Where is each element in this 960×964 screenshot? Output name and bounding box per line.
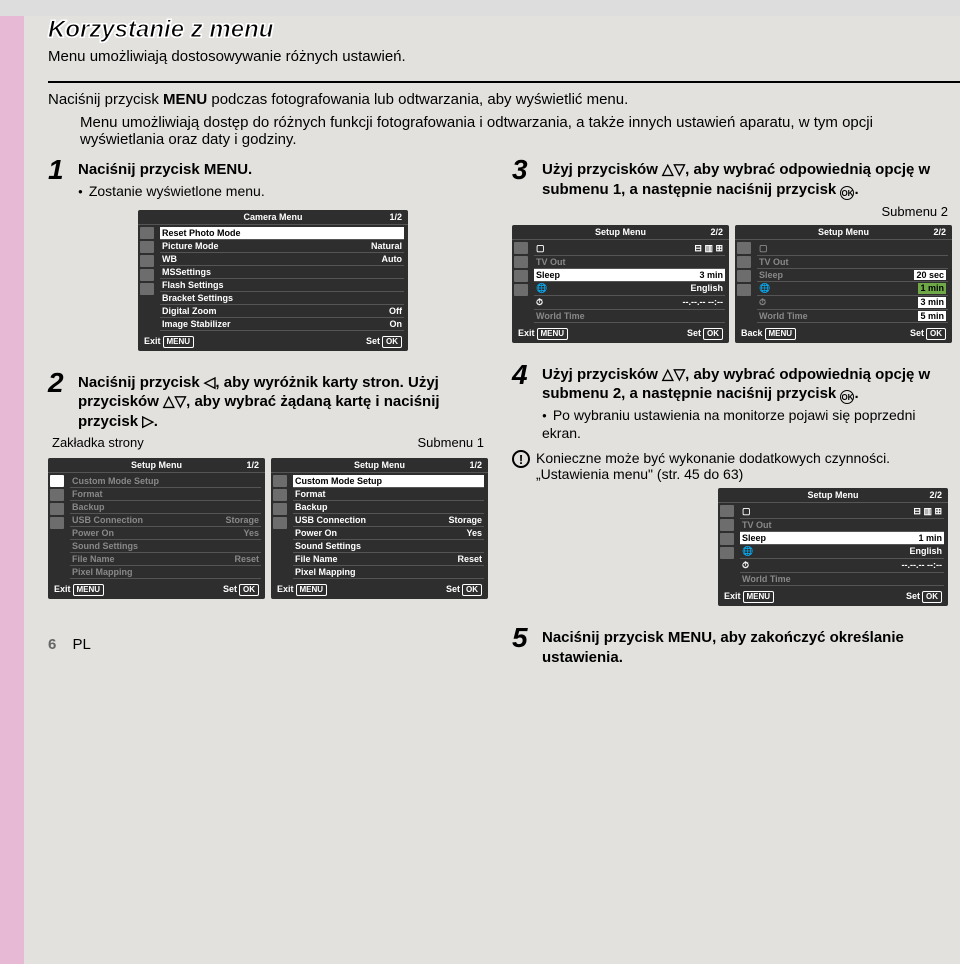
intro-text: Naciśnij przycisk MENU podczas fotografo… (48, 91, 628, 108)
step3-num: 3 (512, 156, 534, 200)
lcd-camera-menu: Camera Menu1/2 Reset Photo Mode Picture … (138, 210, 408, 351)
page-subtitle: Menu umożliwiają dostosowywanie różnych … (48, 48, 960, 65)
lcd-row: Reset Photo Mode (162, 228, 241, 238)
step1-bullet: Zostanie wyświetlone menu. (78, 182, 265, 200)
divider (48, 81, 960, 83)
step4-num: 4 (512, 361, 534, 447)
step4-warn2: „Ustawienia menu" (str. 45 do 63) (536, 466, 890, 482)
ok-icon: OK (840, 390, 854, 404)
lcd-setup22-right: Setup Menu2/2 ▢ TV Out Sleep20 sec 🌐1 mi… (735, 225, 952, 343)
step4-warn1: Konieczne może być wykonanie dodatkowych… (536, 450, 890, 466)
intro-body: Menu umożliwiają dostęp do różnych funkc… (80, 114, 912, 148)
lcd-pager: 1/2 (389, 212, 402, 222)
step4-bullet: Po wybraniu ustawienia na monitorze poja… (542, 406, 952, 442)
step4-text: Użyj przycisków △▽, aby wybrać odpowiedn… (542, 366, 930, 403)
caption-tab: Zakładka strony (52, 435, 144, 450)
caption-submenu2: Submenu 2 (512, 204, 948, 219)
step1-text: Naciśnij przycisk MENU. (78, 161, 252, 178)
footer-page-number: 6 PL (48, 636, 91, 653)
step2-text: Naciśnij przycisk ◁, aby wyróżnik karty … (78, 374, 440, 430)
ok-icon: OK (840, 186, 854, 200)
warning-icon: ! (512, 450, 530, 468)
lcd-setup-right: Setup Menu1/2 Custom Mode Setup Format B… (271, 458, 488, 599)
page-title: Korzystanie z menu (48, 16, 960, 44)
step5-num: 5 (512, 624, 534, 667)
step3-text: Użyj przycisków △▽, aby wybrać odpowiedn… (542, 161, 930, 198)
step2-num: 2 (48, 369, 70, 432)
lcd-setup-left: Setup Menu1/2 Custom Mode Setup Format B… (48, 458, 265, 599)
intro-line: Naciśnij przycisk MENU podczas fotografo… (80, 91, 912, 108)
step5-text: Naciśnij przycisk MENU, aby zakończyć ok… (542, 629, 904, 666)
lcd-setup22-after: Setup Menu2/2 ▢⊟ ▥ ⊞ TV Out Sleep1 min 🌐… (718, 488, 948, 606)
lcd-title: Camera Menu (243, 212, 302, 222)
step1-num: 1 (48, 156, 70, 204)
caption-submenu1: Submenu 1 (418, 435, 485, 450)
lcd-setup22-left: Setup Menu2/2 ▢⊟ ▥ ⊞ TV Out Sleep3 min 🌐… (512, 225, 729, 343)
